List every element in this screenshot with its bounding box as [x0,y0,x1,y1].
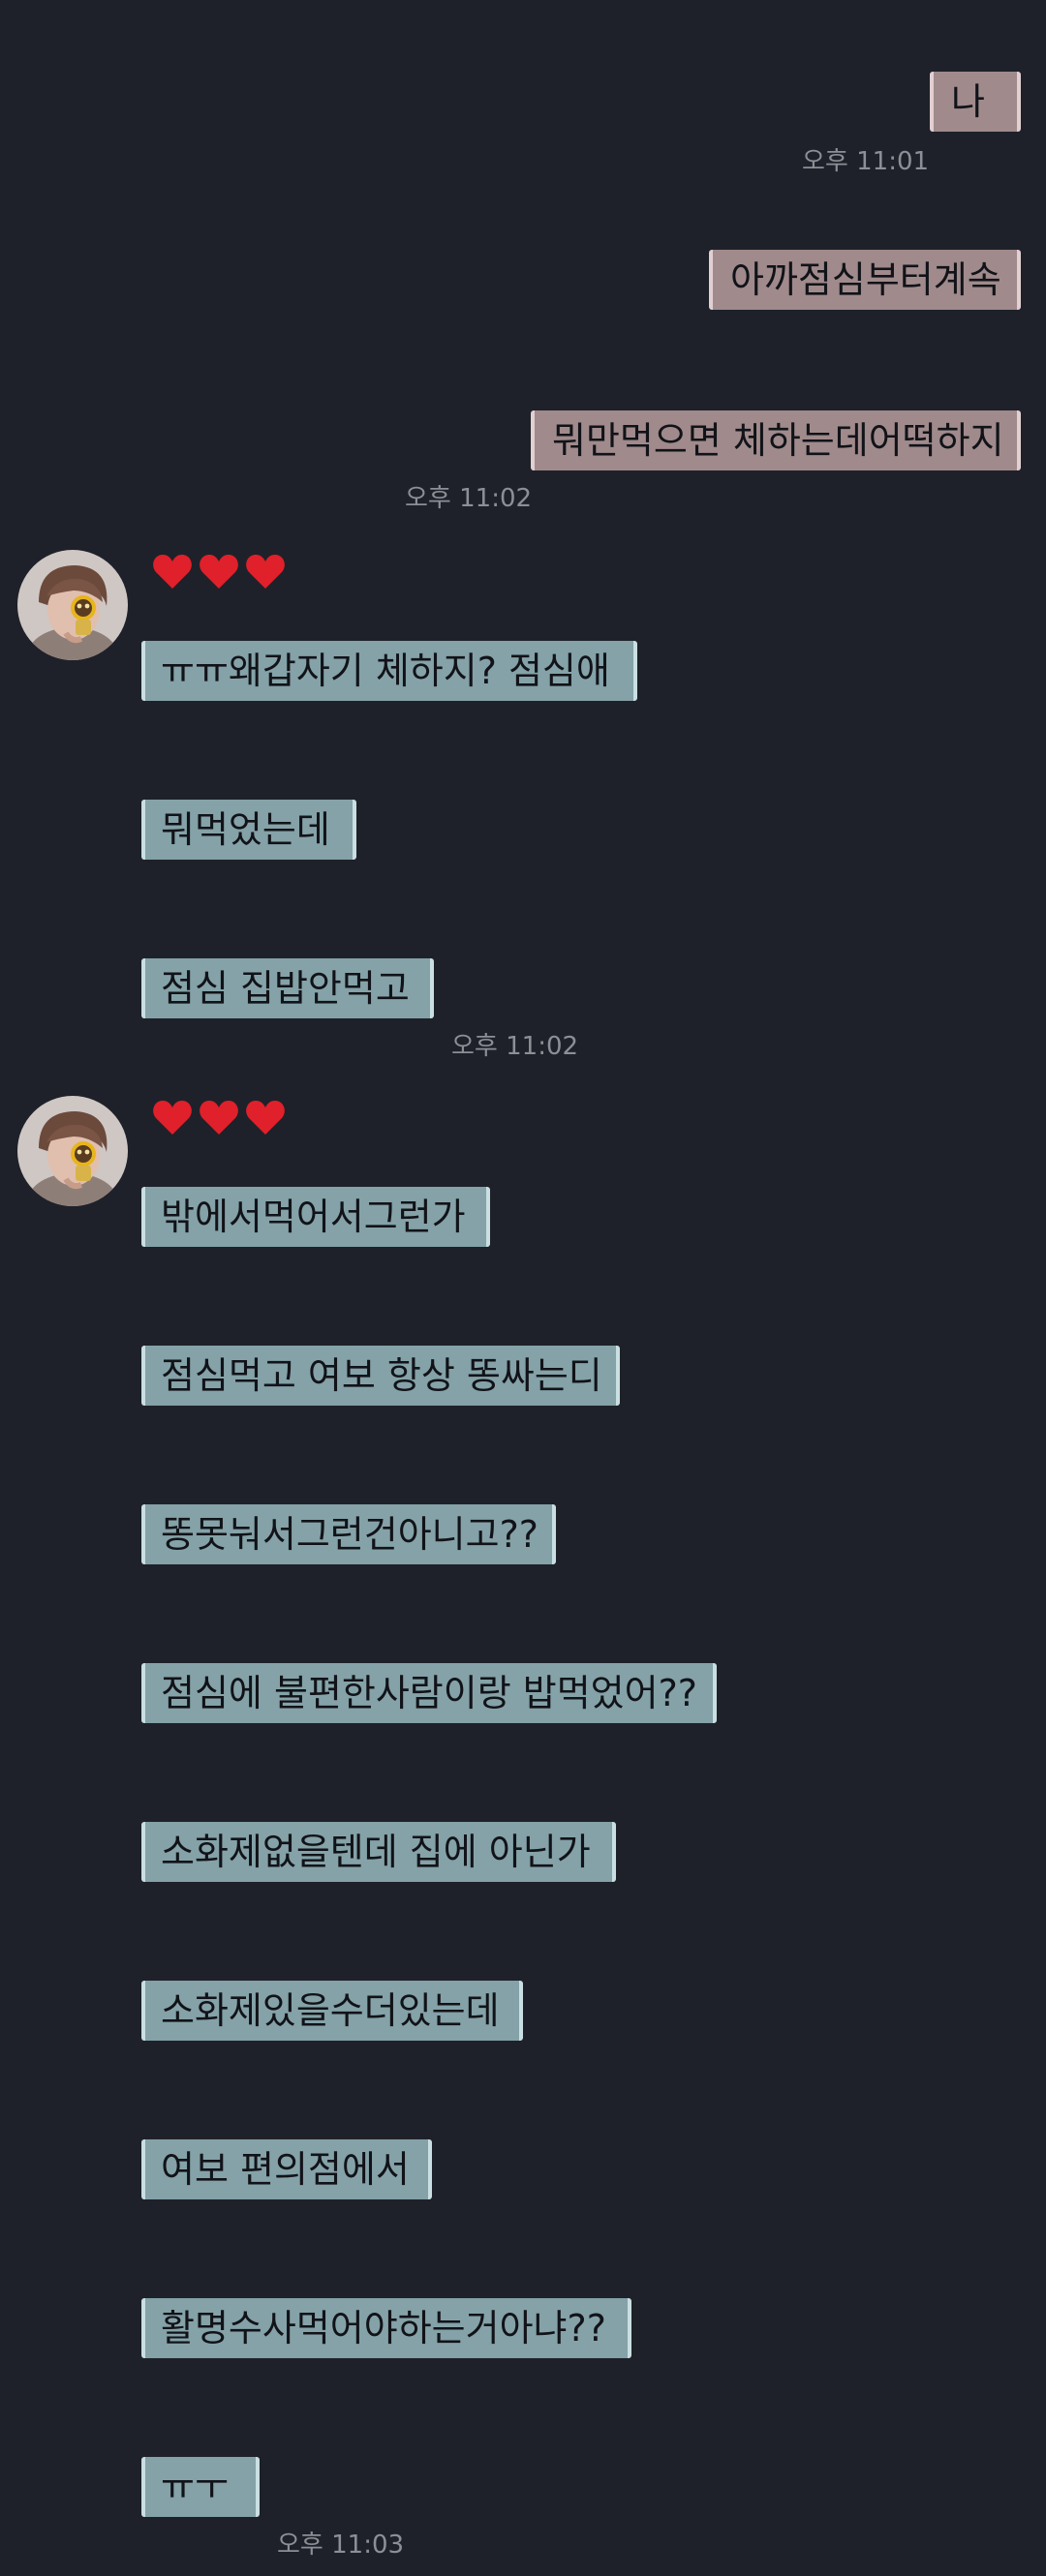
received-timestamp: 오후 11:02 [451,1032,579,1061]
received-message[interactable]: 소화제없을텐데 집에 아닌가 [141,1822,616,1882]
heart-icon [200,1101,238,1135]
received-message[interactable]: 뭐먹었는데 [141,800,356,860]
received-timestamp: 오후 11:03 [277,2531,405,2560]
contact-avatar[interactable] [17,550,128,660]
heart-icon [153,1101,192,1135]
sent-timestamp: 오후 11:02 [405,484,533,513]
sent-timestamp: 오후 11:01 [802,147,930,176]
received-message[interactable]: 활명수사먹어야하는거아냐?? [141,2298,631,2358]
sent-message[interactable]: 나 [930,72,1021,132]
received-message[interactable]: 점심먹고 여보 항상 똥싸는디 [141,1346,620,1406]
received-message[interactable]: 똥못눠서그런건아니고?? [141,1504,556,1564]
heart-icon [246,1101,285,1135]
sent-message[interactable]: 뭐만먹으면 체하는데어떡하지 [531,410,1021,470]
sent-message[interactable]: 아까점심부터계속 [709,250,1021,310]
heart-icon [246,555,285,589]
received-message[interactable]: ㅠㅠ왜갑자기 체하지? 점심애 [141,641,637,701]
received-message[interactable]: 소화제있을수더있는데 [141,1981,523,2041]
received-message[interactable]: 점심 집밥안먹고 [141,958,434,1018]
received-message[interactable]: 밖에서먹어서그런가 [141,1187,490,1247]
heart-reaction [151,552,287,594]
received-message[interactable]: 점심에 불편한사람이랑 밥먹었어?? [141,1663,717,1723]
contact-avatar[interactable] [17,1096,128,1206]
heart-reaction [151,1098,287,1140]
heart-icon [153,555,192,589]
heart-icon [200,555,238,589]
received-message[interactable]: 여보 편의점에서 [141,2139,432,2199]
received-message[interactable]: ㅠㅜ [141,2457,260,2517]
